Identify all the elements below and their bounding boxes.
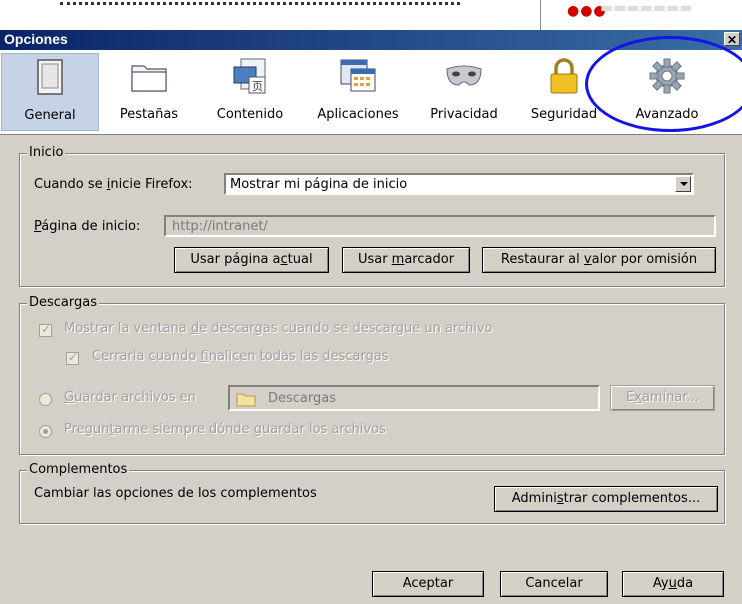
homepage-input[interactable]: http://intranet/ xyxy=(164,215,716,237)
tab-general-label: General xyxy=(24,108,76,123)
tab-contenido[interactable]: 页 Contenido xyxy=(200,53,300,131)
restore-default-button[interactable]: Restaurar al valor por omisión xyxy=(482,247,716,273)
privacy-mask-icon xyxy=(446,65,482,86)
security-padlock-icon xyxy=(550,58,578,94)
homepage-label: Página de inicio: xyxy=(34,219,141,234)
tab-seguridad-label: Seguridad xyxy=(530,107,598,122)
tab-pestanas[interactable]: Pestañas xyxy=(104,53,194,131)
preferences-toolbar: General Pestañas 页 Contenido Aplicacione… xyxy=(0,50,742,134)
download-folder-value: Descargas xyxy=(268,391,337,406)
tab-pestanas-label: Pestañas xyxy=(119,107,179,122)
show-downloads-checkbox[interactable] xyxy=(39,322,52,337)
tab-contenido-label: Contenido xyxy=(216,107,284,122)
close-when-done-label: Cerrarla cuando finalicen todas las desc… xyxy=(92,349,389,364)
close-button[interactable]: ✕ xyxy=(724,32,740,47)
background-window-strip: ●●● ▬▬▬▬▬▬▬ xyxy=(0,0,742,30)
svg-text:页: 页 xyxy=(252,80,263,93)
window-title: Opciones xyxy=(4,31,68,47)
cancel-button[interactable]: Cancelar xyxy=(500,571,608,597)
use-current-page-button[interactable]: Usar página actual xyxy=(174,247,329,273)
download-folder-field[interactable]: Descargas xyxy=(228,385,600,411)
always-ask-radio[interactable] xyxy=(39,425,52,438)
window-title-bar[interactable]: Opciones ✕ xyxy=(0,30,742,50)
browse-button[interactable]: Examinar... xyxy=(610,385,715,411)
tab-aplicaciones-label: Aplicaciones xyxy=(317,107,399,122)
descargas-legend: Descargas xyxy=(27,295,100,310)
complementos-legend: Complementos xyxy=(27,462,130,477)
general-switch-icon xyxy=(37,59,63,95)
tab-avanzado[interactable]: Avanzado xyxy=(618,53,716,131)
startup-label: Cuando se inicie Firefox: xyxy=(34,177,193,192)
tabs-folder-icon xyxy=(131,65,167,92)
save-to-label: Guardar archivos en xyxy=(64,390,196,405)
startup-select-value: Mostrar mi página de inicio xyxy=(230,177,408,192)
background-text-fragment xyxy=(60,2,460,15)
folder-icon xyxy=(236,393,256,407)
applications-calendar-icon xyxy=(340,59,376,92)
startup-select[interactable]: Mostrar mi página de inicio xyxy=(224,173,694,195)
tab-seguridad[interactable]: Seguridad xyxy=(518,53,610,131)
addons-description: Cambiar las opciones de los complementos xyxy=(34,486,317,501)
tab-general[interactable]: General xyxy=(1,53,99,131)
use-bookmark-button[interactable]: Usar marcador xyxy=(342,247,470,273)
content-page-icon: 页 xyxy=(233,58,266,94)
save-to-radio[interactable] xyxy=(39,393,52,406)
always-ask-label: Preguntarme siempre dónde guardar los ar… xyxy=(64,422,386,437)
close-when-done-checkbox[interactable] xyxy=(66,350,79,365)
advanced-gear-icon xyxy=(649,58,685,94)
background-faded-text: ▬▬▬▬▬▬▬ xyxy=(600,0,693,16)
manage-addons-button[interactable]: Administrar complementos... xyxy=(494,486,718,512)
tab-privacidad-label: Privacidad xyxy=(430,107,498,122)
show-downloads-label: Mostrar la ventana de descargas cuando s… xyxy=(64,321,493,336)
help-button[interactable]: Ayuda xyxy=(622,571,724,597)
accept-button[interactable]: Aceptar xyxy=(372,571,484,597)
tab-privacidad[interactable]: Privacidad xyxy=(418,53,510,131)
inicio-legend: Inicio xyxy=(27,145,66,160)
homepage-input-value: http://intranet/ xyxy=(172,219,268,234)
tab-avanzado-label: Avanzado xyxy=(635,107,699,122)
toolbar-divider xyxy=(0,134,742,135)
tab-aplicaciones[interactable]: Aplicaciones xyxy=(306,53,410,131)
background-divider xyxy=(540,0,541,30)
chevron-down-icon[interactable] xyxy=(675,176,691,192)
